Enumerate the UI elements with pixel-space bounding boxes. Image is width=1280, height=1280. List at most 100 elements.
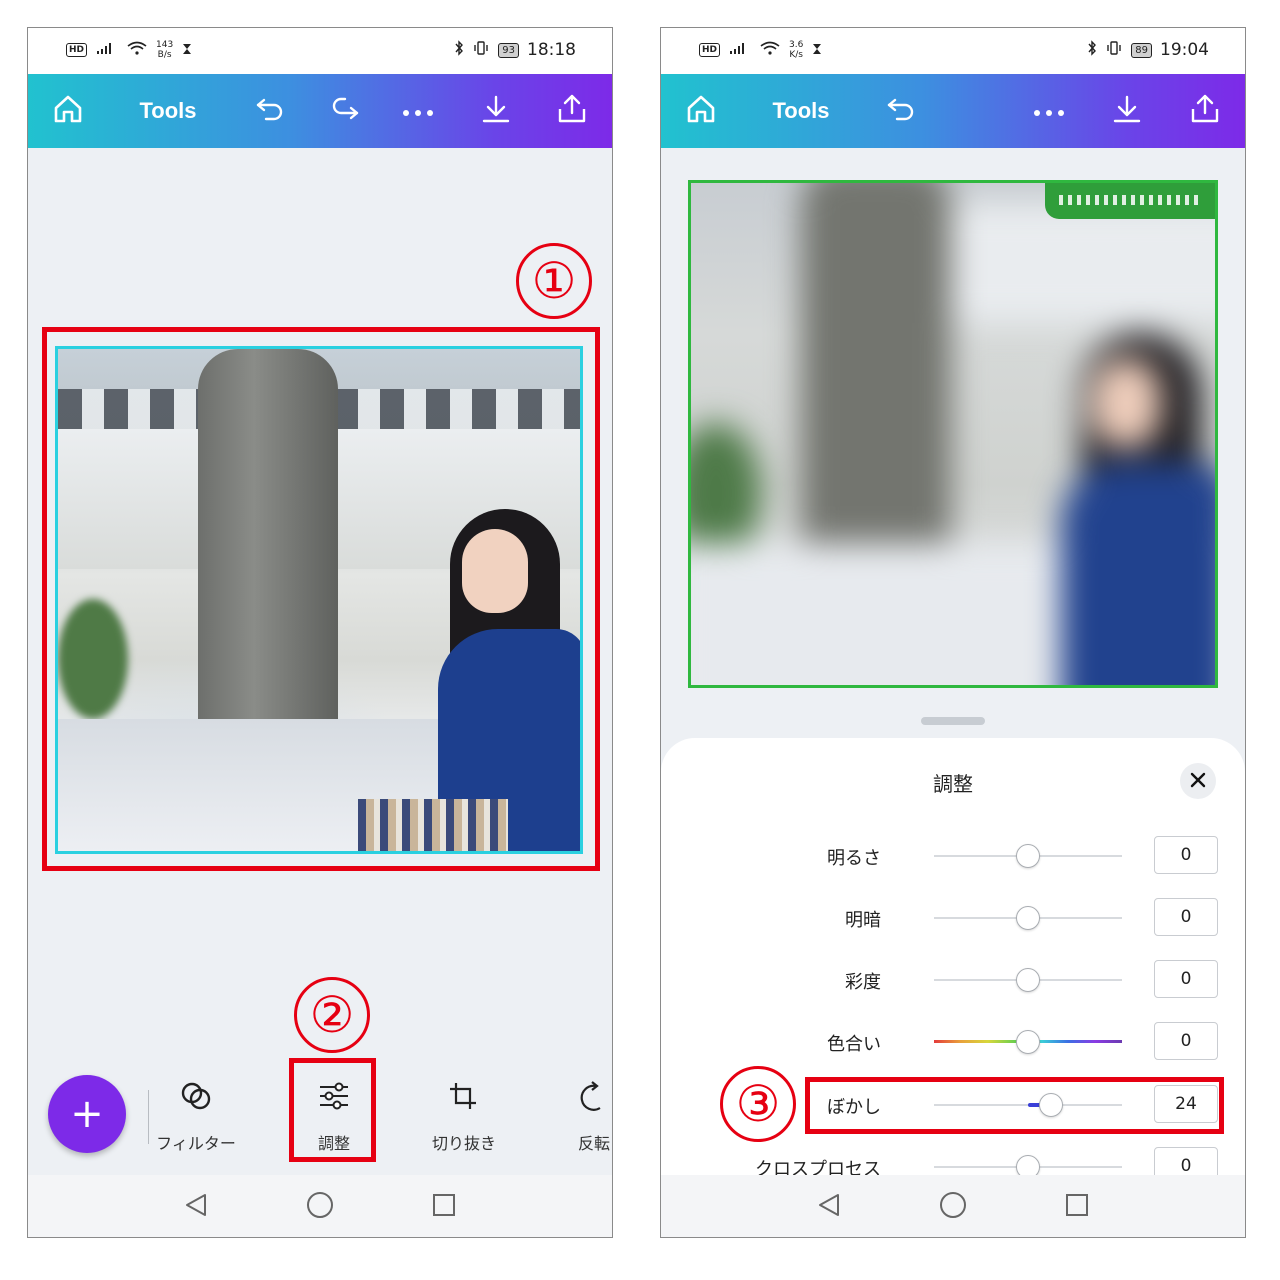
slider-thumb[interactable]	[1016, 906, 1040, 930]
highlight-photo	[42, 327, 600, 871]
square-recents-icon	[1065, 1193, 1089, 1221]
signal-icon	[96, 41, 118, 59]
undo-button[interactable]	[879, 74, 923, 148]
editor-toolbar: Tools	[28, 74, 612, 148]
adjust-panel: 調整 明るさ 0 明暗 0 彩度 0 色合い 0 ぼかし 24 クロスプロセス 0	[661, 738, 1245, 1237]
hd-badge: HD	[699, 43, 721, 57]
slider-thumb[interactable]	[1016, 968, 1040, 992]
panel-title: 調整	[933, 772, 973, 796]
slider-value-input[interactable]: 0	[1154, 1022, 1218, 1060]
more-button[interactable]	[1027, 74, 1071, 148]
blurred-photo[interactable]	[688, 180, 1218, 688]
tree-trunk	[801, 183, 951, 583]
status-bar: HD 3.6 K/s 89 19:04	[661, 28, 1245, 74]
download-icon	[1112, 94, 1142, 128]
highlight-blur	[805, 1077, 1224, 1134]
back-button[interactable]	[813, 1191, 845, 1223]
crop-tool[interactable]: 切り抜き	[414, 1072, 514, 1158]
home-nav-button[interactable]	[937, 1191, 969, 1223]
share-icon	[1189, 93, 1221, 129]
system-nav-bar	[28, 1175, 612, 1237]
phone-screen-right: HD 3.6 K/s 89 19:04 Tools 調整 明るさ 0 明暗 0 …	[660, 27, 1246, 1238]
vibrate-icon	[472, 41, 490, 59]
step-marker-3: ③	[720, 1066, 796, 1142]
adjust-row: 明暗 0	[661, 898, 1245, 938]
adjust-label: 明暗	[845, 910, 881, 931]
slider-thumb[interactable]	[1016, 1030, 1040, 1054]
hourglass-icon	[182, 41, 192, 59]
back-button[interactable]	[180, 1191, 212, 1223]
share-button[interactable]	[550, 74, 594, 148]
slider-value-input[interactable]: 0	[1154, 898, 1218, 936]
redo-icon	[329, 97, 361, 125]
step-marker-1: ①	[516, 243, 592, 319]
download-icon	[481, 94, 511, 128]
battery-indicator: 89	[1131, 42, 1152, 58]
share-button[interactable]	[1183, 74, 1227, 148]
hd-badge: HD	[66, 43, 88, 57]
network-speed: 3.6 K/s	[789, 40, 804, 60]
tools-title: Tools	[139, 98, 197, 123]
undo-button[interactable]	[248, 74, 292, 148]
undo-icon	[254, 97, 286, 125]
add-button[interactable]: +	[48, 1075, 126, 1153]
recents-button[interactable]	[428, 1191, 460, 1223]
flip-icon	[548, 1076, 612, 1116]
adjust-row: 彩度 0	[661, 960, 1245, 1000]
adjust-label: 明るさ	[827, 848, 881, 869]
hourglass-icon	[812, 41, 822, 59]
adjust-row: 色合い 0	[661, 1022, 1245, 1062]
home-icon	[52, 94, 84, 128]
undo-icon	[885, 97, 917, 125]
close-button[interactable]	[1180, 763, 1216, 799]
more-button[interactable]	[396, 74, 440, 148]
download-button[interactable]	[1105, 74, 1149, 148]
home-nav-button[interactable]	[304, 1191, 336, 1223]
bluetooth-icon	[1087, 40, 1097, 60]
battery-indicator: 93	[498, 42, 519, 58]
flip-tool[interactable]: 反転	[548, 1072, 612, 1158]
filter-tool[interactable]: フィルター	[146, 1072, 246, 1158]
share-icon	[556, 93, 588, 129]
square-recents-icon	[432, 1193, 456, 1221]
home-icon	[685, 94, 717, 128]
download-button[interactable]	[474, 74, 518, 148]
selection-badge	[1045, 183, 1215, 219]
home-button[interactable]	[679, 74, 723, 148]
more-icon	[1033, 102, 1065, 121]
close-icon	[1190, 769, 1206, 793]
circle-home-icon	[939, 1191, 967, 1223]
circle-home-icon	[306, 1191, 334, 1223]
slider-thumb[interactable]	[1016, 844, 1040, 868]
sheet-drag-handle[interactable]	[921, 717, 985, 725]
plus-icon: +	[70, 1091, 104, 1137]
wifi-icon	[127, 41, 147, 59]
highlight-adjust	[289, 1058, 376, 1162]
person-figure	[1061, 463, 1215, 685]
redo-button[interactable]	[323, 74, 367, 148]
recents-button[interactable]	[1061, 1191, 1093, 1223]
adjust-row: 明るさ 0	[661, 836, 1245, 876]
slider-value-input[interactable]: 0	[1154, 836, 1218, 874]
bluetooth-icon	[454, 40, 464, 60]
clock: 18:18	[527, 40, 576, 60]
tools-title: Tools	[772, 98, 830, 123]
vibrate-icon	[1105, 41, 1123, 59]
step-marker-2: ②	[294, 977, 370, 1053]
back-icon	[816, 1192, 842, 1222]
adjust-label: 色合い	[827, 1034, 881, 1055]
filter-icon	[146, 1076, 246, 1116]
slider-value-input[interactable]: 0	[1154, 960, 1218, 998]
network-speed: 143 B/s	[156, 40, 174, 60]
system-nav-bar	[661, 1175, 1245, 1237]
home-button[interactable]	[46, 74, 90, 148]
status-bar: HD 143 B/s 93 18:18	[28, 28, 612, 74]
back-icon	[183, 1192, 209, 1222]
crop-icon	[414, 1076, 514, 1116]
wifi-icon	[760, 41, 780, 59]
clock: 19:04	[1160, 40, 1209, 60]
adjust-label: 彩度	[845, 972, 881, 993]
editor-toolbar: Tools	[661, 74, 1245, 148]
signal-icon	[729, 41, 751, 59]
more-icon	[402, 102, 434, 121]
